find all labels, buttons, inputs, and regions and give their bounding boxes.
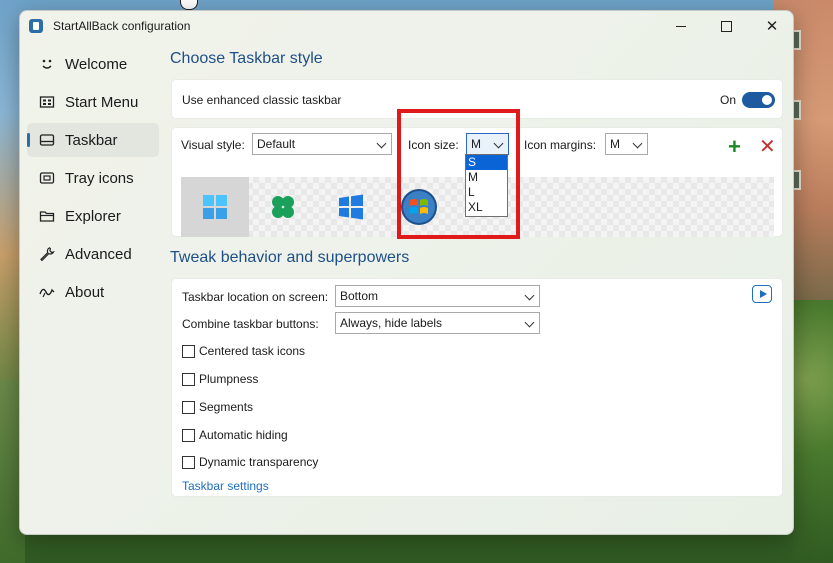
sidebar-item-advanced[interactable]: Advanced — [27, 237, 159, 271]
sidebar-item-label: Tray icons — [65, 169, 134, 187]
chevron-down-icon — [524, 317, 535, 328]
folder-icon — [39, 208, 55, 224]
visual-style-select[interactable]: Default — [252, 133, 392, 155]
wrench-icon — [39, 246, 55, 262]
video-play-icon[interactable] — [752, 285, 772, 303]
sidebar-item-welcome[interactable]: Welcome — [27, 47, 159, 81]
checkbox-box[interactable] — [182, 344, 195, 358]
taskbar-icon — [39, 132, 55, 148]
tray-icon — [39, 170, 55, 186]
delete-icon[interactable]: ✕ — [759, 134, 776, 159]
visual-style-label: Visual style: — [181, 138, 245, 152]
enhanced-taskbar-toggle[interactable] — [742, 92, 775, 108]
taskbar-location-select[interactable]: Bottom — [335, 285, 540, 307]
sidebar-item-label: Welcome — [65, 55, 128, 73]
style-tile-windows11[interactable] — [181, 177, 249, 237]
checkbox-automatic-hiding[interactable]: Automatic hiding — [182, 428, 288, 442]
smile-icon — [39, 56, 55, 72]
sidebar-item-taskbar[interactable]: Taskbar — [27, 123, 159, 157]
checkbox-label: Segments — [199, 400, 254, 414]
sidebar-item-label: Advanced — [65, 245, 132, 263]
checkbox-segments[interactable]: Segments — [182, 400, 253, 414]
close-button[interactable]: ✕ — [749, 11, 793, 41]
checkbox-dynamic-transparency[interactable]: Dynamic transparency — [182, 455, 318, 469]
checkbox-label: Centered task icons — [199, 344, 306, 358]
enhanced-taskbar-label: Use enhanced classic taskbar — [182, 93, 342, 107]
checkbox-box[interactable] — [182, 372, 195, 386]
chevron-down-icon — [524, 290, 535, 301]
icon-margins-select[interactable]: M — [605, 133, 648, 155]
desktop-background-trees — [793, 300, 833, 563]
windows10-logo-icon — [339, 194, 363, 220]
maximize-button[interactable] — [703, 11, 749, 41]
annotation-highlight-box — [397, 109, 520, 239]
sidebar-item-tray-icons[interactable]: Tray icons — [27, 161, 159, 195]
sidebar: Welcome Start Menu Taskbar Tray icons Ex… — [27, 47, 159, 313]
window-title: StartAllBack configuration — [53, 19, 191, 33]
app-icon — [29, 19, 43, 33]
section-title-taskbar-style: Choose Taskbar style — [170, 50, 323, 67]
windows11-logo-icon — [203, 195, 227, 219]
checkbox-label: Automatic hiding — [199, 428, 288, 442]
chevron-down-icon — [632, 138, 643, 149]
visual-style-value: Default — [257, 137, 296, 151]
sidebar-item-about[interactable]: About — [27, 275, 159, 309]
checkbox-box[interactable] — [182, 428, 195, 442]
checkbox-centered-task-icons[interactable]: Centered task icons — [182, 344, 305, 358]
sidebar-item-label: About — [65, 283, 105, 301]
style-tile-clover[interactable] — [249, 177, 317, 237]
checkbox-box[interactable] — [182, 455, 195, 469]
toggle-state-label: On — [720, 93, 737, 107]
combine-buttons-label: Combine taskbar buttons: — [182, 317, 319, 331]
combine-buttons-value: Always, hide labels — [340, 316, 443, 330]
combine-buttons-select[interactable]: Always, hide labels — [335, 312, 540, 334]
taskbar-location-label: Taskbar location on screen: — [182, 290, 329, 304]
title-bar[interactable]: StartAllBack configuration ✕ — [20, 11, 793, 41]
sidebar-item-label: Explorer — [65, 207, 121, 225]
sidebar-item-start-menu[interactable]: Start Menu — [27, 85, 159, 119]
checkbox-plumpness[interactable]: Plumpness — [182, 372, 258, 386]
checkbox-label: Plumpness — [199, 372, 259, 386]
checkbox-label: Dynamic transparency — [199, 455, 319, 469]
style-tile-windows10[interactable] — [317, 177, 385, 237]
section-title-behavior: Tweak behavior and superpowers — [170, 249, 410, 266]
sidebar-item-label: Start Menu — [65, 93, 139, 111]
mouse-cursor — [180, 0, 198, 10]
minimize-button[interactable] — [658, 11, 704, 41]
taskbar-settings-link[interactable]: Taskbar settings — [182, 479, 269, 493]
sidebar-item-explorer[interactable]: Explorer — [27, 199, 159, 233]
clover-icon — [272, 196, 294, 218]
add-icon[interactable]: + — [728, 134, 741, 160]
config-window: StartAllBack configuration ✕ Welcome Sta… — [19, 10, 794, 535]
icon-margins-label: Icon margins: — [524, 138, 597, 152]
behavior-card: Taskbar location on screen: Bottom Combi… — [171, 278, 783, 497]
chevron-down-icon — [376, 138, 387, 149]
about-icon — [39, 284, 55, 300]
sidebar-item-label: Taskbar — [65, 131, 118, 149]
start-menu-icon — [39, 94, 55, 110]
icon-margins-value: M — [610, 137, 620, 151]
taskbar-location-value: Bottom — [340, 289, 379, 303]
checkbox-box[interactable] — [182, 400, 195, 414]
